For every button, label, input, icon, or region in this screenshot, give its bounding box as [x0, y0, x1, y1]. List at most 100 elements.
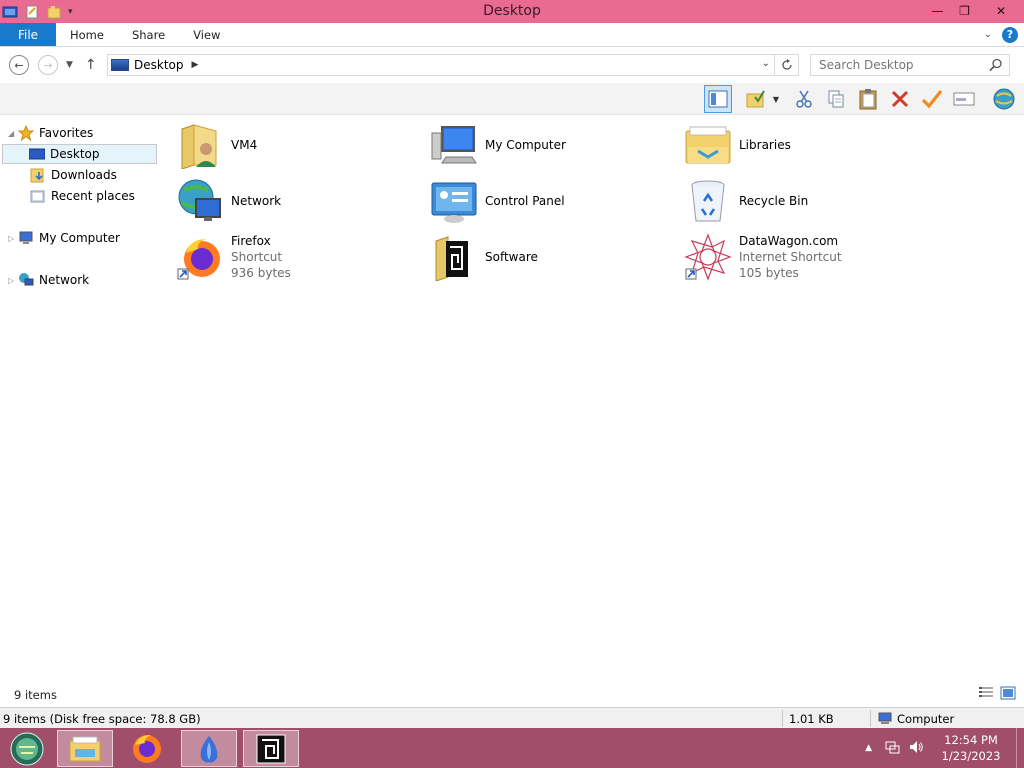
- expand-icon[interactable]: ▷: [8, 234, 18, 243]
- properties-icon[interactable]: [24, 4, 40, 20]
- taskbar: ▲ 12:54 PM 1/23/2023: [0, 728, 1024, 768]
- computer-icon: [878, 712, 892, 724]
- item-control-panel[interactable]: Control Panel: [414, 174, 664, 228]
- item-type: Shortcut: [231, 250, 283, 264]
- item-name: Network: [231, 194, 282, 208]
- computer-icon: [430, 121, 478, 169]
- firefox-icon: [176, 233, 224, 281]
- item-my-computer[interactable]: My Computer: [414, 118, 664, 172]
- up-button[interactable]: ↑: [85, 57, 97, 73]
- refresh-button[interactable]: [774, 55, 798, 75]
- back-button[interactable]: ←: [9, 55, 29, 75]
- taskbar-firefox[interactable]: [119, 730, 175, 767]
- restore-button[interactable]: ❐: [951, 0, 978, 21]
- cut-button[interactable]: [790, 85, 818, 113]
- qat-customize-icon[interactable]: ▾: [68, 7, 73, 17]
- item-firefox[interactable]: Firefox Shortcut 936 bytes: [160, 230, 410, 284]
- address-bar[interactable]: Desktop ▶ ⌄: [107, 54, 799, 76]
- selection-size-text: 1.01 KB: [789, 711, 834, 726]
- volume-icon[interactable]: [908, 739, 924, 758]
- nav-network[interactable]: ▷ Network: [8, 270, 89, 290]
- item-vm4[interactable]: VM4: [160, 118, 410, 172]
- preview-pane-button[interactable]: [704, 85, 732, 113]
- paste-button[interactable]: [854, 85, 882, 113]
- delete-button[interactable]: [886, 85, 914, 113]
- rename-button[interactable]: [918, 85, 946, 113]
- minimize-button[interactable]: —: [924, 0, 951, 21]
- recent-places-icon: [30, 188, 46, 204]
- internet-options-button[interactable]: [990, 85, 1018, 113]
- nav-desktop-label: Desktop: [50, 147, 100, 161]
- tab-home[interactable]: Home: [56, 23, 118, 46]
- expand-icon[interactable]: ▷: [8, 276, 18, 285]
- taskbar-file-explorer[interactable]: [57, 730, 113, 767]
- help-icon[interactable]: ?: [1002, 26, 1018, 43]
- checkmark-icon: [921, 90, 943, 109]
- search-input[interactable]: [811, 58, 981, 72]
- forward-button[interactable]: →: [38, 55, 58, 75]
- libraries-icon: [684, 121, 732, 169]
- taskbar-app[interactable]: [181, 730, 237, 767]
- tab-share[interactable]: Share: [118, 23, 179, 46]
- item-recycle-bin[interactable]: Recycle Bin: [668, 174, 918, 228]
- blue-flame-icon: [200, 735, 218, 762]
- nav-downloads-label: Downloads: [51, 168, 117, 182]
- disk-free-text: 9 items (Disk free space: 78.8 GB): [3, 711, 201, 726]
- item-network[interactable]: Network: [160, 174, 410, 228]
- nav-favorites-label: Favorites: [39, 126, 94, 140]
- internet-shortcut-icon: [684, 233, 732, 281]
- details-view-icon[interactable]: [978, 686, 994, 703]
- clock[interactable]: 12:54 PM 1/23/2023: [934, 732, 1008, 764]
- copy-button[interactable]: [822, 85, 850, 113]
- start-button[interactable]: [2, 730, 52, 767]
- properties-dialog-icon: [953, 92, 975, 106]
- network-icon: [176, 177, 224, 225]
- recent-locations-icon[interactable]: ▼: [66, 60, 73, 70]
- delete-icon: [891, 90, 909, 108]
- item-software[interactable]: Software: [414, 230, 664, 284]
- ribbon-expand-icon[interactable]: ⌄: [984, 29, 992, 40]
- details-status-bar: 9 items (Disk free space: 78.8 GB) 1.01 …: [0, 707, 1024, 728]
- show-desktop-button[interactable]: [1016, 728, 1024, 768]
- taskbar-software[interactable]: [243, 730, 299, 767]
- software-folder-icon: [430, 233, 478, 282]
- select-folder-button[interactable]: [742, 85, 770, 113]
- properties-button[interactable]: [950, 85, 978, 113]
- system-tray: ▲ 12:54 PM 1/23/2023: [865, 728, 1024, 768]
- item-libraries[interactable]: Libraries: [668, 118, 918, 172]
- item-name: DataWagon.com: [739, 234, 839, 248]
- address-dropdown-icon[interactable]: ⌄: [762, 58, 770, 69]
- search-icon[interactable]: [989, 58, 1003, 75]
- show-hidden-icons-icon[interactable]: ▲: [865, 743, 872, 753]
- item-size: 936 bytes: [231, 266, 291, 280]
- address-location[interactable]: Desktop: [134, 58, 184, 72]
- quick-access-toolbar: ▾: [0, 0, 73, 23]
- breadcrumb-chevron-icon[interactable]: ▶: [192, 60, 199, 70]
- close-button[interactable]: ✕: [978, 0, 1024, 21]
- nav-recent-places[interactable]: Recent places: [30, 186, 135, 206]
- nav-downloads[interactable]: Downloads: [30, 165, 117, 185]
- item-datawagon[interactable]: DataWagon.com Internet Shortcut 105 byte…: [668, 230, 918, 284]
- large-icons-view-icon[interactable]: [1000, 686, 1016, 703]
- computer-icon: [18, 230, 34, 246]
- item-size: 105 bytes: [739, 266, 799, 280]
- new-folder-icon[interactable]: [46, 4, 62, 20]
- nav-desktop[interactable]: Desktop: [2, 144, 157, 164]
- refresh-icon: [781, 59, 792, 70]
- cut-icon: [796, 90, 812, 108]
- folder-check-icon: [746, 90, 765, 108]
- nav-favorites[interactable]: ◢ Favorites: [8, 123, 93, 143]
- tab-file[interactable]: File: [0, 23, 56, 46]
- address-row: ← → ▼ ↑ Desktop ▶ ⌄: [0, 48, 1024, 82]
- window-title: Desktop: [483, 3, 541, 19]
- folder-menu-arrow-icon[interactable]: ▼: [768, 85, 784, 113]
- tab-view[interactable]: View: [179, 23, 234, 46]
- window-system-icon[interactable]: [2, 4, 18, 20]
- search-box[interactable]: [810, 54, 1010, 76]
- navigation-pane: ◢ Favorites Desktop Downloads Recent pla…: [0, 116, 160, 684]
- network-status-icon[interactable]: [884, 739, 900, 758]
- item-name: Libraries: [739, 138, 791, 152]
- nav-my-computer[interactable]: ▷ My Computer: [8, 228, 120, 248]
- collapse-icon[interactable]: ◢: [8, 129, 18, 138]
- clock-time: 12:54 PM: [944, 733, 998, 747]
